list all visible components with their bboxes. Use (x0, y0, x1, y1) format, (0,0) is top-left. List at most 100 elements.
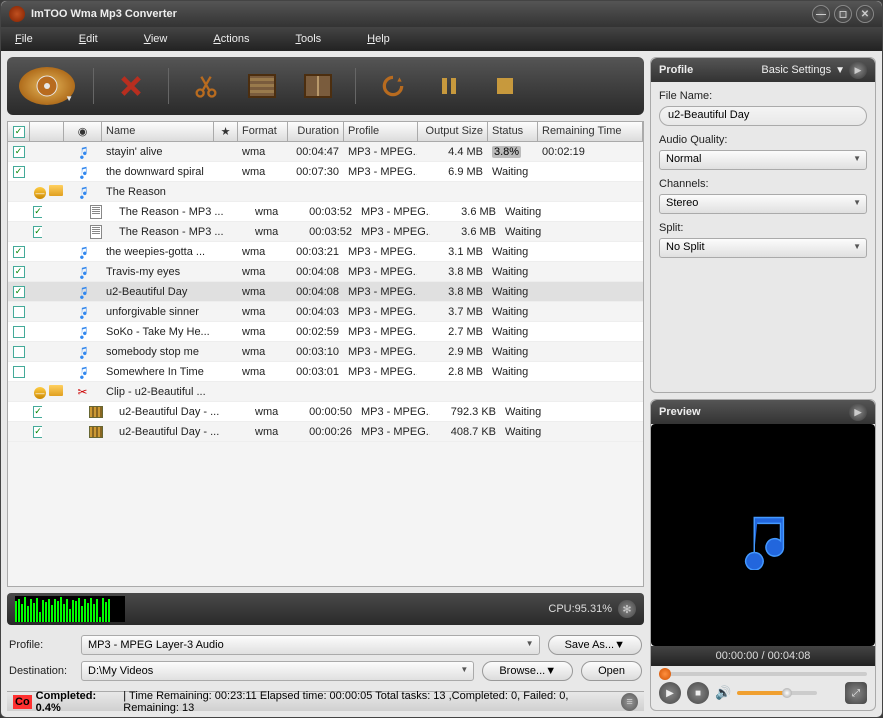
table-row[interactable]: SoKo - Take My He...wma00:02:59MP3 - MPE… (8, 322, 643, 342)
play-button[interactable]: ▶ (659, 682, 681, 704)
row-checkbox[interactable]: ✓ (33, 226, 43, 238)
row-checkbox[interactable]: ✓ (13, 266, 25, 278)
row-checkbox[interactable]: ✓ (13, 286, 25, 298)
basic-settings-label[interactable]: Basic Settings (761, 64, 831, 76)
maximize-button[interactable]: ◻ (834, 5, 852, 23)
volume-slider[interactable] (737, 691, 817, 695)
expand-toggle[interactable]: — (34, 187, 46, 199)
row-format: wma (251, 406, 301, 418)
pause-button[interactable] (430, 67, 468, 105)
profile-panel-expand-button[interactable]: ▶ (849, 61, 867, 79)
table-row[interactable]: ✓u2-Beautiful Day - ...wma00:00:26MP3 - … (8, 422, 643, 442)
status-menu-button[interactable]: ≡ (621, 693, 638, 711)
table-row[interactable]: ✓stayin' alivewma00:04:47MP3 - MPEG...4.… (8, 142, 643, 162)
crop-button[interactable] (243, 67, 281, 105)
preview-display (651, 424, 875, 646)
filename-input[interactable]: u2-Beautiful Day (659, 106, 867, 126)
table-row[interactable]: — The Reason (8, 182, 643, 202)
table-row[interactable]: ✓Travis-my eyeswma00:04:08MP3 - MPEG...3… (8, 262, 643, 282)
header-remain[interactable]: Remaining Time (538, 122, 643, 141)
row-checkbox[interactable]: ✓ (13, 166, 25, 178)
saveas-button[interactable]: Save As... ▼ (548, 635, 642, 655)
header-profile[interactable]: Profile (344, 122, 418, 141)
split-select[interactable]: No Split (659, 238, 867, 258)
header-status[interactable]: Status (488, 122, 538, 141)
volume-thumb[interactable] (782, 688, 792, 698)
table-row[interactable]: ✓u2-Beautiful Day - ...wma00:00:50MP3 - … (8, 402, 643, 422)
header-output[interactable]: Output Size (418, 122, 488, 141)
row-type-icon (64, 305, 102, 319)
row-checkbox[interactable]: ✓ (13, 146, 25, 158)
row-format: wma (238, 366, 288, 378)
row-format: wma (238, 346, 288, 358)
open-button[interactable]: Open (581, 661, 642, 681)
table-row[interactable]: Somewhere In Timewma00:03:01MP3 - MPEG..… (8, 362, 643, 382)
row-name: Travis-my eyes (102, 266, 214, 278)
header-format[interactable]: Format (238, 122, 288, 141)
stop-button[interactable] (486, 67, 524, 105)
close-button[interactable]: ✕ (856, 5, 874, 23)
menu-help[interactable]: Help (367, 33, 390, 45)
table-row[interactable]: ✓the downward spiralwma00:07:30MP3 - MPE… (8, 162, 643, 182)
row-output: 3.6 MB (431, 226, 501, 238)
channels-label: Channels: (659, 178, 867, 190)
preview-expand-button[interactable]: ▶ (849, 403, 867, 421)
row-profile: MP3 - MPEG... (344, 326, 418, 338)
row-profile: MP3 - MPEG... (357, 426, 431, 438)
convert-button[interactable]: ▼ (19, 67, 75, 105)
delete-button[interactable] (112, 67, 150, 105)
titlebar[interactable]: ImTOO Wma Mp3 Converter — ◻ ✕ (1, 1, 882, 27)
header-expand[interactable] (30, 122, 64, 141)
destination-dropdown[interactable]: D:\My Videos (81, 661, 474, 681)
header-check[interactable]: ✓ (8, 122, 30, 141)
row-checkbox[interactable] (13, 346, 25, 358)
menu-view[interactable]: View (144, 33, 168, 45)
table-row[interactable]: ✓the weepies-gotta ...wma00:03:21MP3 - M… (8, 242, 643, 262)
seek-slider[interactable] (659, 672, 867, 676)
table-row[interactable]: ✓The Reason - MP3 ...wma00:03:52MP3 - MP… (8, 202, 643, 222)
refresh-button[interactable] (374, 67, 412, 105)
table-row[interactable]: unforgivable sinnerwma00:04:03MP3 - MPEG… (8, 302, 643, 322)
row-duration: 00:03:21 (288, 246, 344, 258)
menu-tools[interactable]: Tools (295, 33, 321, 45)
cpu-bar: CPU:95.31% ✻ (7, 593, 644, 625)
row-checkbox[interactable] (13, 366, 25, 378)
quality-select[interactable]: Normal (659, 150, 867, 170)
expand-toggle[interactable]: — (34, 387, 46, 399)
table-row[interactable]: somebody stop mewma00:03:10MP3 - MPEG...… (8, 342, 643, 362)
row-checkbox[interactable]: ✓ (33, 206, 43, 218)
table-row[interactable]: — ✂Clip - u2-Beautiful ... (8, 382, 643, 402)
table-row[interactable]: ✓The Reason - MP3 ...wma00:03:52MP3 - MP… (8, 222, 643, 242)
menu-edit[interactable]: Edit (79, 33, 98, 45)
row-checkbox[interactable] (13, 306, 25, 318)
browse-button[interactable]: Browse... ▼ (482, 661, 573, 681)
row-format: wma (238, 306, 288, 318)
stop-preview-button[interactable]: ■ (687, 682, 709, 704)
row-name: The Reason - MP3 ... (115, 226, 227, 238)
channels-select[interactable]: Stereo (659, 194, 867, 214)
merge-button[interactable] (299, 67, 337, 105)
row-checkbox[interactable]: ✓ (13, 246, 25, 258)
volume-icon[interactable]: 🔊 (715, 685, 731, 701)
menu-actions[interactable]: Actions (213, 33, 249, 45)
grid-body[interactable]: ✓stayin' alivewma00:04:47MP3 - MPEG...4.… (8, 142, 643, 586)
table-row[interactable]: ✓u2-Beautiful Daywma00:04:08MP3 - MPEG..… (8, 282, 643, 302)
menu-file[interactable]: File (15, 33, 33, 45)
row-output: 3.8 MB (418, 266, 488, 278)
row-checkbox[interactable] (13, 326, 25, 338)
header-name[interactable]: Name (102, 122, 214, 141)
header-star[interactable]: ★ (214, 122, 238, 141)
cut-button[interactable] (187, 67, 225, 105)
row-checkbox[interactable]: ✓ (33, 406, 43, 418)
row-duration: 00:00:26 (301, 426, 357, 438)
row-checkbox[interactable]: ✓ (33, 426, 43, 438)
seek-thumb[interactable] (659, 668, 671, 680)
header-type-icon[interactable]: ◉ (64, 122, 102, 141)
profile-dropdown[interactable]: MP3 - MPEG Layer-3 Audio (81, 635, 540, 655)
header-duration[interactable]: Duration (288, 122, 344, 141)
minimize-button[interactable]: — (812, 5, 830, 23)
row-duration: 00:02:59 (288, 326, 344, 338)
snapshot-button[interactable]: ⤢ (845, 682, 867, 704)
cpu-settings-button[interactable]: ✻ (618, 600, 636, 618)
row-status: Waiting (488, 346, 538, 358)
